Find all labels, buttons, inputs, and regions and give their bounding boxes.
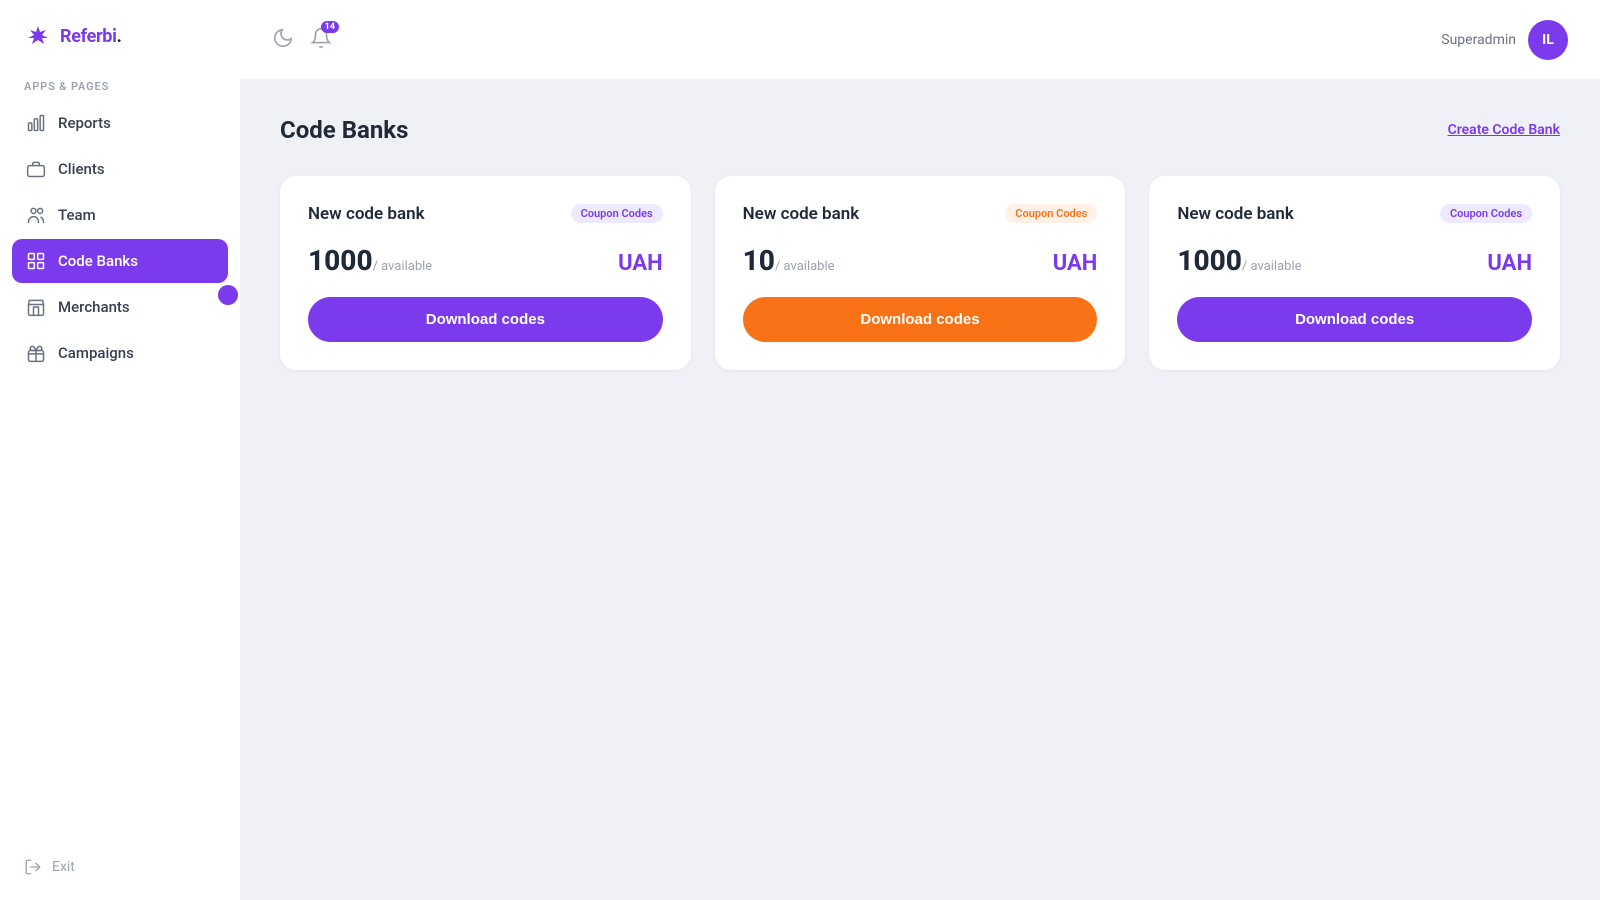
main-content: 14 Superadmin IL Code Banks Create Code … [240,0,1600,900]
grid-icon [26,251,46,271]
card-count-label-0: / available [373,259,433,274]
cards-grid: New code bank Coupon Codes 1000/ availab… [280,176,1560,370]
card-name-0: New code bank [308,204,425,224]
header: 14 Superadmin IL [240,0,1600,80]
sidebar-item-team-label: Team [58,206,96,224]
notifications-button[interactable]: 14 [310,27,332,53]
card-count-wrapper-1: 10/ available [743,244,835,277]
sidebar-item-merchants-label: Merchants [58,298,130,316]
card-top-1: New code bank Coupon Codes [743,204,1098,224]
username-label: Superadmin [1441,32,1516,48]
sidebar-item-team[interactable]: Team [12,193,228,237]
briefcase-icon [26,159,46,179]
card-top-0: New code bank Coupon Codes [308,204,663,224]
card-currency-1: UAH [1053,251,1098,276]
code-bank-card-0: New code bank Coupon Codes 1000/ availab… [280,176,691,370]
nav-item-wrapper-merchants: Merchants [12,285,228,331]
page-title: Code Banks [280,116,408,144]
nav-item-wrapper-codebanks: Code Banks [12,239,228,285]
header-right: Superadmin IL [1441,20,1568,60]
card-count-2: 1000 [1177,244,1242,277]
card-name-2: New code bank [1177,204,1294,224]
section-label: APPS & PAGES [0,68,240,101]
code-bank-card-2: New code bank Coupon Codes 1000/ availab… [1149,176,1560,370]
sidebar-item-campaigns-label: Campaigns [58,344,134,362]
logo: Referbi. [0,0,240,68]
card-count-label-2: / available [1242,259,1302,274]
exit-label: Exit [52,859,75,875]
header-left: 14 [272,27,1425,53]
nav-item-wrapper-team: Team [12,193,228,239]
download-codes-button-0[interactable]: Download codes [308,297,663,342]
card-name-1: New code bank [743,204,860,224]
card-stats-2: 1000/ available UAH [1177,244,1532,277]
create-code-bank-link[interactable]: Create Code Bank [1448,122,1560,138]
download-codes-button-1[interactable]: Download codes [743,297,1098,342]
nav-item-wrapper-clients: Clients [12,147,228,193]
nav-item-wrapper-campaigns: Campaigns [12,331,228,377]
card-count-wrapper-0: 1000/ available [308,244,432,277]
sidebar-item-codebanks[interactable]: Code Banks [12,239,228,283]
card-count-label-1: / available [775,259,835,274]
card-count-1: 10 [743,244,775,277]
coupon-badge-2: Coupon Codes [1440,204,1532,223]
coupon-badge-1: Coupon Codes [1005,204,1097,223]
card-currency-0: UAH [618,251,663,276]
download-codes-button-2[interactable]: Download codes [1177,297,1532,342]
avatar[interactable]: IL [1528,20,1568,60]
card-currency-2: UAH [1487,251,1532,276]
card-top-2: New code bank Coupon Codes [1177,204,1532,224]
users-icon [26,205,46,225]
code-bank-card-1: New code bank Coupon Codes 10/ available… [715,176,1126,370]
exit-icon [24,858,42,876]
logo-icon [24,22,52,50]
sidebar-nav: Reports Clients Team [0,101,240,842]
logo-text: Referbi. [60,26,122,47]
exit-button[interactable]: Exit [24,858,216,876]
sidebar-item-clients[interactable]: Clients [12,147,228,191]
sidebar-item-clients-label: Clients [58,160,105,178]
card-count-0: 1000 [308,244,373,277]
gift-icon [26,343,46,363]
content-header: Code Banks Create Code Bank [280,116,1560,144]
store-icon [26,297,46,317]
sidebar-item-reports-label: Reports [58,114,111,132]
card-stats-1: 10/ available UAH [743,244,1098,277]
nav-item-wrapper-reports: Reports [12,101,228,147]
sidebar-item-codebanks-label: Code Banks [58,252,138,270]
notification-count: 14 [321,21,339,33]
sidebar-item-merchants[interactable]: Merchants [12,285,228,329]
card-count-wrapper-2: 1000/ available [1177,244,1301,277]
card-stats-0: 1000/ available UAH [308,244,663,277]
sidebar-bottom: Exit [0,842,240,900]
sidebar-item-reports[interactable]: Reports [12,101,228,145]
theme-toggle[interactable] [272,27,294,53]
sidebar: Referbi. APPS & PAGES Reports Clients [0,0,240,900]
coupon-badge-0: Coupon Codes [571,204,663,223]
sidebar-item-campaigns[interactable]: Campaigns [12,331,228,375]
content-area: Code Banks Create Code Bank New code ban… [240,80,1600,900]
bar-chart-icon [26,113,46,133]
